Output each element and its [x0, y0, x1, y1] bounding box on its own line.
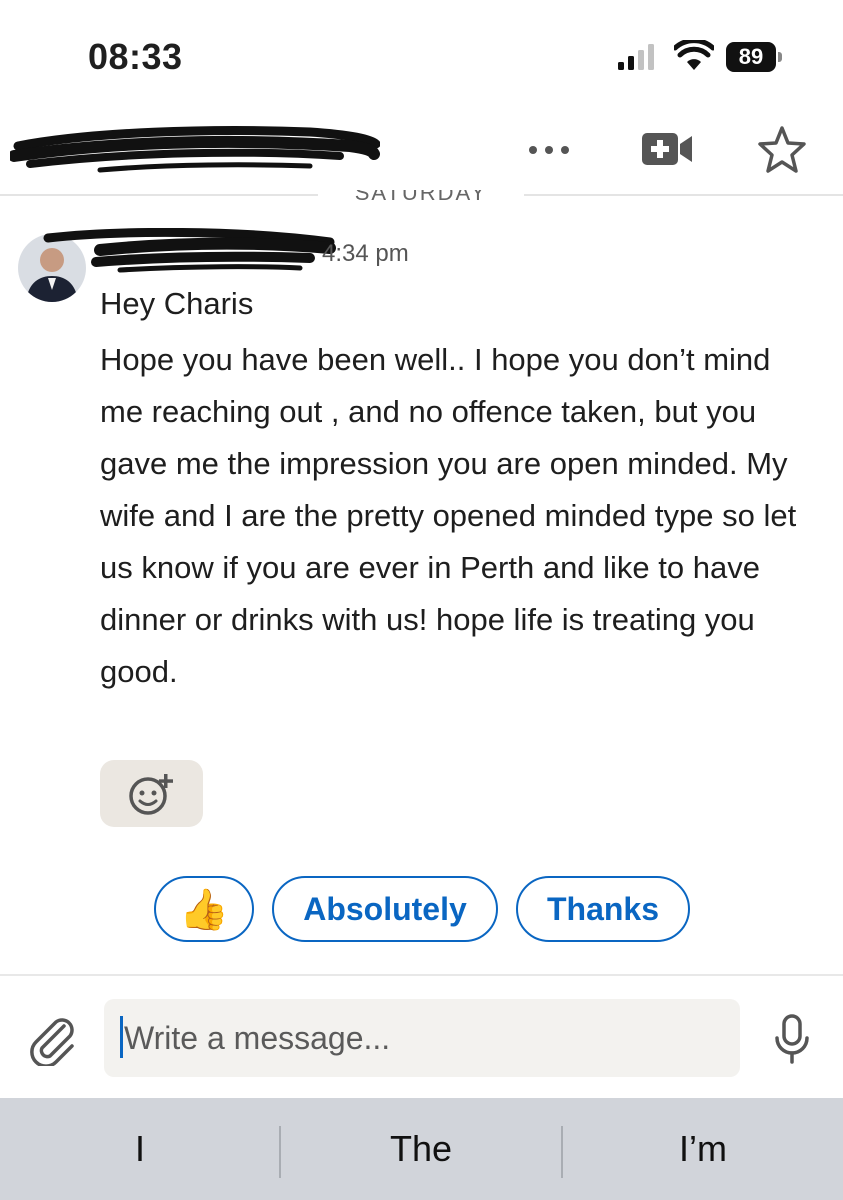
- status-time: 08:33: [88, 36, 183, 77]
- quick-reply-absolutely[interactable]: Absolutely: [272, 876, 498, 942]
- cellular-signal-icon: [618, 44, 654, 70]
- quick-reply-thumbs-up[interactable]: 👍: [154, 876, 254, 942]
- text-caret: [120, 1016, 123, 1058]
- more-options-icon[interactable]: [524, 132, 574, 168]
- message-timestamp: 4:34 pm: [322, 240, 409, 267]
- contact-name-redacted: [10, 126, 380, 173]
- suggestion-1[interactable]: I: [0, 1098, 280, 1200]
- message-input[interactable]: [104, 999, 740, 1077]
- message-body: Hope you have been well.. I hope you don…: [100, 342, 797, 689]
- video-call-icon[interactable]: [640, 128, 694, 170]
- wifi-icon: [674, 40, 714, 70]
- battery-level: 89: [726, 42, 776, 72]
- suggestion-3[interactable]: I’m: [563, 1098, 843, 1200]
- composer-divider: [0, 974, 843, 976]
- microphone-icon[interactable]: [772, 1012, 812, 1066]
- battery-indicator: 89: [726, 42, 784, 72]
- day-divider-label: SATURDAY: [354, 190, 488, 205]
- keyboard-suggestion-bar: I The I’m: [0, 1098, 843, 1200]
- suggestion-2[interactable]: The: [281, 1098, 561, 1200]
- add-reaction-icon: [128, 773, 173, 815]
- message-greeting: Hey Charis: [100, 286, 254, 321]
- sender-name-redacted: [43, 228, 336, 273]
- star-icon[interactable]: [756, 124, 808, 176]
- add-reaction-button[interactable]: [100, 760, 203, 827]
- paperclip-icon[interactable]: [26, 1012, 80, 1066]
- quick-reply-thanks[interactable]: Thanks: [516, 876, 690, 942]
- day-divider: SATURDAY: [318, 190, 524, 210]
